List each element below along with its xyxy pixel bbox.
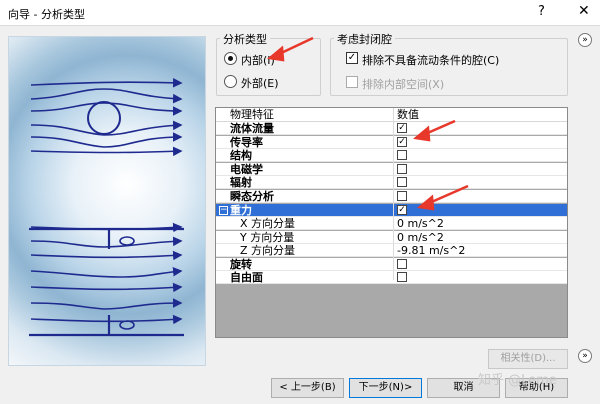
exclude-internal-label: 排除内部空间(X) — [362, 78, 445, 91]
row-label: 辐射 — [230, 176, 252, 189]
grid-row-transient[interactable]: 瞬态分析 — [216, 190, 567, 203]
flow-lines-graphic — [29, 77, 184, 337]
closed-cavities-title: 考虑封闭腔 — [334, 31, 395, 47]
help-icon[interactable]: ? — [538, 4, 545, 19]
grid-row-rotation[interactable]: 旋转 — [216, 258, 567, 271]
grid-row-free-surface[interactable]: 自由面 — [216, 271, 567, 284]
next-button[interactable]: 下一步(N)> — [349, 378, 422, 398]
header-value: 数值 — [397, 108, 419, 121]
internal-label[interactable]: 内部(I) — [241, 52, 275, 68]
rotation-checkbox[interactable] — [397, 259, 407, 269]
close-icon[interactable]: ✕ — [578, 3, 590, 19]
exclude-no-flow-label[interactable]: 排除不具备流动条件的腔(C) — [362, 52, 499, 68]
grid-row-x-component[interactable]: X 方向分量 0 m/s^2 — [216, 217, 567, 230]
external-label[interactable]: 外部(E) — [241, 75, 279, 91]
transient-checkbox[interactable] — [397, 191, 407, 201]
row-label: 电磁学 — [230, 163, 263, 176]
row-label: 重力 — [230, 204, 252, 217]
window-title: 向导 - 分析类型 — [8, 8, 85, 21]
title-bar: 向导 - 分析类型 ? ✕ — [0, 0, 600, 26]
flow-illustration — [8, 36, 206, 366]
x-component-value[interactable]: 0 m/s^2 — [397, 217, 444, 230]
grid-row-z-component[interactable]: Z 方向分量 -9.81 m/s^2 — [216, 244, 567, 257]
dependency-button: 相关性(D)... — [488, 349, 568, 369]
row-label: 瞬态分析 — [230, 190, 274, 203]
z-component-value[interactable]: -9.81 m/s^2 — [397, 244, 465, 257]
header-feature: 物理特征 — [230, 108, 274, 121]
row-label: Z 方向分量 — [240, 244, 296, 257]
exclude-internal-checkbox — [346, 76, 358, 88]
grid-row-conduction[interactable]: 传导率 ✓ — [216, 136, 567, 149]
row-label: 旋转 — [230, 258, 252, 271]
row-label: 传导率 — [230, 136, 263, 149]
external-radio[interactable] — [224, 75, 237, 88]
grid-row-structure[interactable]: 结构 — [216, 149, 567, 162]
gravity-checkbox[interactable]: ✓ — [397, 205, 407, 215]
collapse-minus-icon[interactable]: − — [219, 206, 228, 215]
collapse-bottom-icon[interactable]: » — [578, 349, 592, 363]
conduction-checkbox[interactable]: ✓ — [397, 137, 407, 147]
row-label: 流体流量 — [230, 122, 274, 135]
structure-checkbox[interactable] — [397, 150, 407, 160]
grid-row-radiation[interactable]: 辐射 — [216, 176, 567, 189]
electromagnetics-checkbox[interactable] — [397, 164, 407, 174]
radiation-checkbox[interactable] — [397, 177, 407, 187]
analysis-type-title: 分析类型 — [220, 31, 270, 47]
row-label: 结构 — [230, 149, 252, 162]
back-button[interactable]: < 上一步(B) — [271, 378, 344, 398]
row-label: X 方向分量 — [240, 217, 296, 230]
grid-row-electromagnetics[interactable]: 电磁学 — [216, 163, 567, 176]
fluid-flow-checkbox[interactable]: ✓ — [397, 123, 407, 133]
column-divider — [393, 108, 394, 280]
internal-radio[interactable] — [224, 52, 237, 65]
grid-row-fluid-flow[interactable]: 流体流量 ✓ — [216, 122, 567, 135]
grid-header: 物理特征 数值 — [216, 108, 567, 122]
grid-row-gravity[interactable]: − 重力 ✓ — [216, 204, 567, 217]
grid-row-y-component[interactable]: Y 方向分量 0 m/s^2 — [216, 231, 567, 244]
free-surface-checkbox[interactable] — [397, 272, 407, 282]
watermark-text: 知乎 @Leme — [478, 373, 557, 388]
row-label: Y 方向分量 — [240, 231, 295, 244]
row-label: 自由面 — [230, 271, 263, 284]
physical-features-grid: 物理特征 数值 流体流量 ✓ 传导率 ✓ 结构 电磁学 辐射 瞬态分析 − 重力… — [215, 107, 568, 338]
collapse-top-icon[interactable]: » — [578, 33, 592, 47]
exclude-no-flow-checkbox[interactable]: ✓ — [346, 52, 358, 64]
y-component-value[interactable]: 0 m/s^2 — [397, 231, 444, 244]
